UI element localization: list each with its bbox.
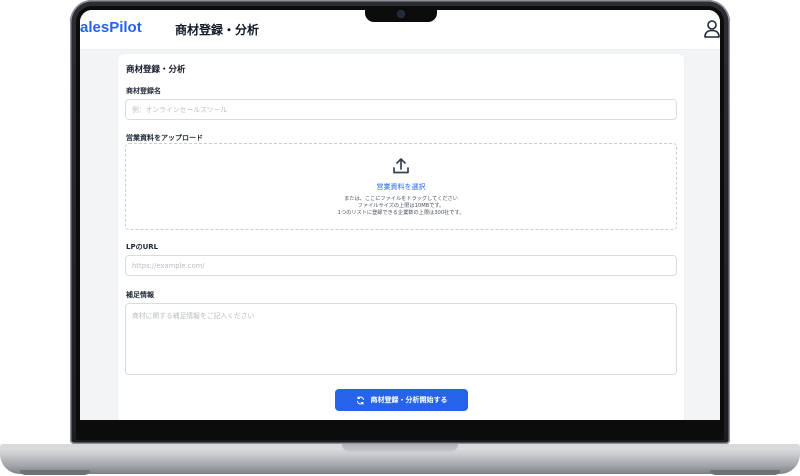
camera-notch [365, 6, 437, 22]
lp-url-input[interactable] [125, 255, 677, 276]
upload-icon [393, 158, 409, 174]
file-dropzone[interactable]: 営業資料を選択 または、ここにファイルをドラッグしてください ファイルサイズの上… [125, 143, 677, 230]
laptop-foot-left [20, 470, 90, 475]
laptop-opening-notch [342, 444, 458, 452]
brand-logo[interactable]: alesPilot [80, 19, 142, 36]
page-title: 商材登録・分析 [175, 23, 260, 37]
supplement-textarea[interactable] [125, 303, 677, 375]
user-icon[interactable] [704, 20, 720, 38]
product-form-card: 商材登録・分析 商材登録名 営業資料をアップロード 営業資料を選択 または、ここ… [118, 54, 684, 420]
upload-label: 営業資料をアップロード [126, 134, 203, 142]
register-analyze-label: 商材登録・分析開始する [370, 396, 448, 404]
register-analyze-button[interactable]: 商材登録・分析開始する [335, 389, 468, 411]
camera-icon [398, 11, 404, 17]
product-name-label: 商材登録名 [126, 87, 161, 95]
laptop-foot-right [710, 470, 780, 475]
product-name-input[interactable] [125, 99, 677, 120]
refresh-icon [356, 395, 364, 405]
select-file-link[interactable]: 営業資料を選択 [126, 182, 676, 192]
company-limit-note: 1つのリストに登録できる企業数の上限は300社です。 [337, 210, 465, 216]
file-size-note: ファイルサイズの上限は10MBです。 [357, 203, 445, 209]
supplement-label: 補足情報 [126, 291, 154, 299]
lp-url-label: LPのURL [126, 243, 159, 251]
app-screen: alesPilot 商材登録・分析 商材登録・分析 商材登録名 営業資料をアップ… [80, 10, 720, 420]
drag-drop-hint: または、ここにファイルをドラッグしてください [344, 196, 458, 202]
form-title: 商材登録・分析 [126, 65, 186, 75]
